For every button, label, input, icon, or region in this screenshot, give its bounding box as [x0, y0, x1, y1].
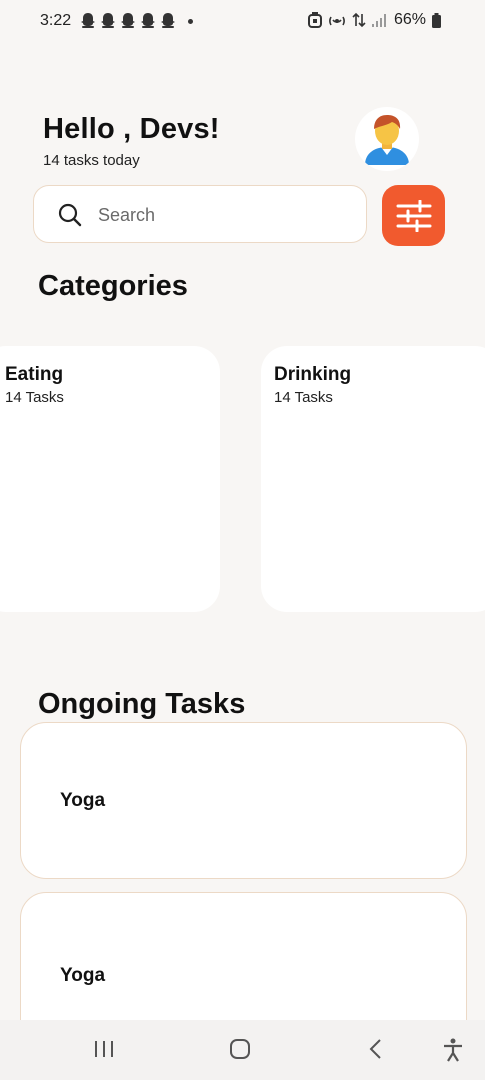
- category-task-count: 14 Tasks: [274, 389, 333, 406]
- ongoing-tasks-heading: Ongoing Tasks: [38, 688, 246, 720]
- search-icon: [58, 203, 82, 227]
- search-bar[interactable]: [33, 185, 367, 243]
- search-input[interactable]: [96, 200, 350, 230]
- user-avatar-icon: [365, 115, 409, 165]
- tasks-today-label: 14 tasks today: [43, 152, 140, 169]
- app-screen: 3:22 66% Hello , Devs! 14 tasks today Se…: [0, 0, 485, 1080]
- categories-heading: Categories: [38, 270, 188, 302]
- back-icon[interactable]: [368, 1038, 384, 1060]
- signal-icon: [371, 14, 386, 27]
- status-time: 3:22: [40, 12, 72, 29]
- battery-icon: [432, 12, 441, 28]
- category-name: Eating: [5, 364, 64, 385]
- avatar[interactable]: [355, 107, 419, 171]
- system-navigation-bar: [0, 1020, 485, 1080]
- task-name: Yoga: [60, 965, 106, 986]
- notification-icons: [80, 12, 193, 30]
- status-bar: 3:22 66%: [0, 0, 485, 44]
- system-status: 66%: [307, 11, 441, 29]
- snapchat-icon: [161, 13, 175, 28]
- filter-button[interactable]: [382, 185, 445, 246]
- task-name: Yoga: [60, 790, 106, 811]
- category-card-drinking[interactable]: Drinking 14 Tasks: [261, 346, 485, 612]
- accessibility-icon[interactable]: [442, 1038, 464, 1062]
- sliders-icon: [396, 199, 431, 232]
- snapchat-icon: [121, 13, 135, 28]
- greeting-title: Hello , Devs!: [43, 113, 220, 145]
- category-task-count: 14 Tasks: [5, 389, 64, 406]
- snapchat-icon: [141, 13, 155, 28]
- recent-apps-icon[interactable]: [93, 1038, 115, 1060]
- alarm-icon: [307, 12, 322, 28]
- more-notifications-dot: [188, 18, 193, 24]
- category-card-eating[interactable]: Eating 14 Tasks: [0, 346, 220, 612]
- snapchat-icon: [81, 13, 95, 28]
- task-card[interactable]: Yoga: [20, 722, 467, 879]
- data-transfer-icon: [352, 12, 366, 28]
- home-icon[interactable]: [229, 1038, 251, 1060]
- category-name: Drinking: [274, 364, 352, 385]
- snapchat-icon: [101, 13, 115, 28]
- hotspot-icon: [329, 16, 345, 26]
- battery-percent: 66%: [393, 11, 426, 28]
